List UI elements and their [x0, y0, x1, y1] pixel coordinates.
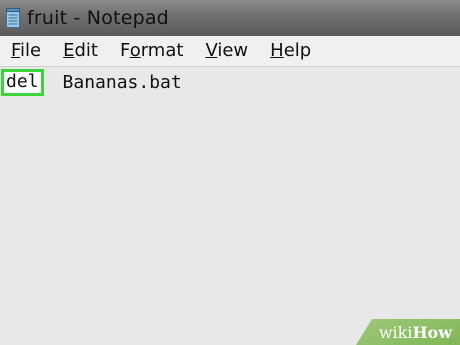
menu-format-label: rmat: [140, 40, 184, 61]
menu-file-label: ile: [20, 40, 42, 61]
wikihow-watermark: wiki How: [356, 319, 460, 345]
menu-file[interactable]: File: [0, 36, 51, 66]
title-bar[interactable]: fruit - Notepad: [0, 0, 460, 36]
menu-edit-mnemonic: E: [63, 40, 75, 61]
text-editor-area[interactable]: del Bananas.bat wiki How: [0, 67, 460, 345]
menu-format-mnemonic: o: [129, 40, 141, 61]
menu-edit[interactable]: Edit: [51, 36, 108, 66]
command-argument[interactable]: Bananas.bat: [63, 72, 182, 93]
menu-help[interactable]: Help: [258, 36, 321, 66]
watermark-wiki: wiki: [378, 322, 413, 342]
menu-format[interactable]: Format: [108, 36, 193, 66]
window-title: fruit - Notepad: [27, 7, 169, 29]
menu-view[interactable]: View: [193, 36, 258, 66]
menu-format-prefix: F: [119, 40, 130, 61]
menu-bar: File Edit Format View Help: [0, 36, 460, 67]
notepad-window: fruit - Notepad File Edit Format View He…: [0, 0, 460, 345]
menu-help-mnemonic: H: [270, 40, 284, 61]
watermark-how: How: [412, 322, 452, 342]
menu-file-mnemonic: F: [11, 40, 21, 61]
menu-edit-label: dit: [74, 40, 98, 61]
editor-line[interactable]: del Bananas.bat: [1, 68, 182, 96]
menu-help-label: elp: [283, 40, 312, 61]
menu-view-mnemonic: V: [205, 40, 218, 61]
notepad-icon: [6, 8, 20, 28]
highlighted-command[interactable]: del: [1, 68, 44, 96]
menu-view-label: iew: [217, 40, 249, 61]
